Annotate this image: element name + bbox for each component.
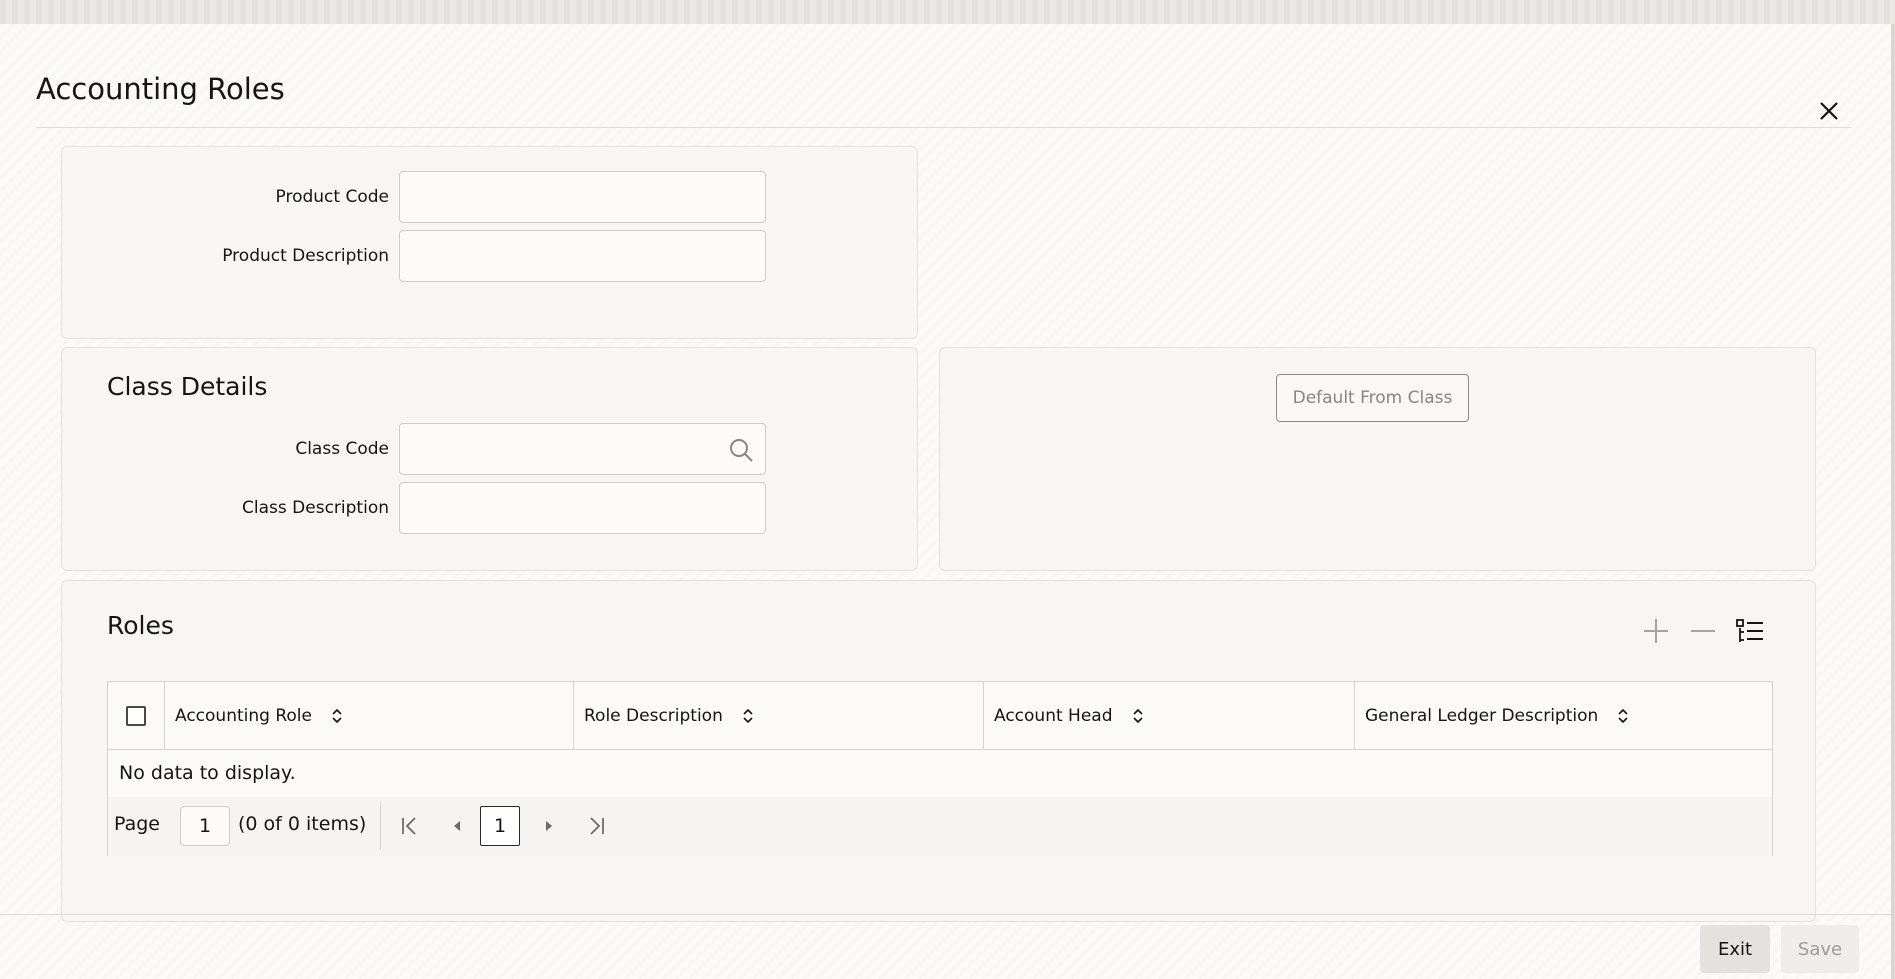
sort-icon[interactable] bbox=[1131, 706, 1145, 726]
background-strip bbox=[0, 0, 1895, 24]
exit-button[interactable]: Exit bbox=[1700, 925, 1770, 973]
column-header-role-description[interactable]: Role Description bbox=[584, 682, 755, 749]
class-description-label: Class Description bbox=[242, 498, 389, 518]
plus-icon[interactable] bbox=[1640, 615, 1672, 647]
product-code-input[interactable] bbox=[399, 171, 766, 223]
search-icon[interactable] bbox=[727, 436, 755, 464]
last-page-icon[interactable] bbox=[584, 814, 608, 838]
column-separator bbox=[1354, 682, 1355, 749]
sort-icon[interactable] bbox=[330, 706, 344, 726]
class-details-panel: Class Details Class Code Class Descripti… bbox=[61, 347, 918, 571]
class-description-input[interactable] bbox=[399, 482, 766, 534]
save-button[interactable]: Save bbox=[1781, 925, 1859, 973]
column-header-label: Role Description bbox=[584, 705, 723, 726]
column-header-general-ledger-description[interactable]: General Ledger Description bbox=[1365, 682, 1630, 749]
product-panel: Product Code Product Description bbox=[61, 146, 918, 339]
footer-divider bbox=[0, 914, 1895, 915]
column-header-label: Accounting Role bbox=[175, 705, 312, 726]
product-code-label: Product Code bbox=[275, 187, 389, 207]
pagination-bar: Page 1 (0 of 0 items) 1 bbox=[108, 797, 1772, 856]
pager-divider bbox=[380, 802, 381, 850]
page-number-input[interactable]: 1 bbox=[180, 806, 230, 846]
roles-title: Roles bbox=[107, 611, 174, 640]
first-page-icon[interactable] bbox=[398, 814, 422, 838]
close-icon[interactable] bbox=[1814, 96, 1844, 126]
items-count: (0 of 0 items) bbox=[238, 813, 367, 835]
current-page-button[interactable]: 1 bbox=[480, 806, 520, 846]
default-from-class-button[interactable]: Default From Class bbox=[1276, 374, 1469, 422]
minus-icon[interactable] bbox=[1687, 615, 1719, 647]
roles-table: Accounting Role Role Description Account… bbox=[107, 681, 1773, 856]
accounting-roles-dialog: Accounting Roles Product Code Product De… bbox=[0, 24, 1895, 979]
column-header-label: General Ledger Description bbox=[1365, 705, 1599, 726]
select-all-checkbox[interactable] bbox=[126, 706, 146, 726]
page-title: Accounting Roles bbox=[36, 72, 285, 106]
column-separator bbox=[164, 682, 165, 749]
column-header-label: Account Head bbox=[994, 705, 1113, 726]
column-separator bbox=[983, 682, 984, 749]
table-header: Accounting Role Role Description Account… bbox=[108, 682, 1772, 750]
empty-table-message: No data to display. bbox=[119, 762, 296, 784]
sort-icon[interactable] bbox=[741, 706, 755, 726]
page-label: Page bbox=[114, 813, 160, 835]
title-divider bbox=[36, 127, 1852, 128]
column-separator bbox=[573, 682, 574, 749]
column-header-account-head[interactable]: Account Head bbox=[994, 682, 1145, 749]
previous-page-icon[interactable] bbox=[446, 814, 470, 838]
next-page-icon[interactable] bbox=[536, 814, 560, 838]
class-details-title: Class Details bbox=[107, 372, 268, 401]
sort-icon[interactable] bbox=[1616, 706, 1630, 726]
class-code-input[interactable] bbox=[399, 423, 766, 475]
class-code-label: Class Code bbox=[295, 439, 389, 459]
product-description-label: Product Description bbox=[222, 246, 389, 266]
list-icon[interactable] bbox=[1734, 615, 1766, 647]
product-description-input[interactable] bbox=[399, 230, 766, 282]
window-scrollbar[interactable] bbox=[1891, 24, 1895, 979]
column-header-accounting-role[interactable]: Accounting Role bbox=[175, 682, 344, 749]
